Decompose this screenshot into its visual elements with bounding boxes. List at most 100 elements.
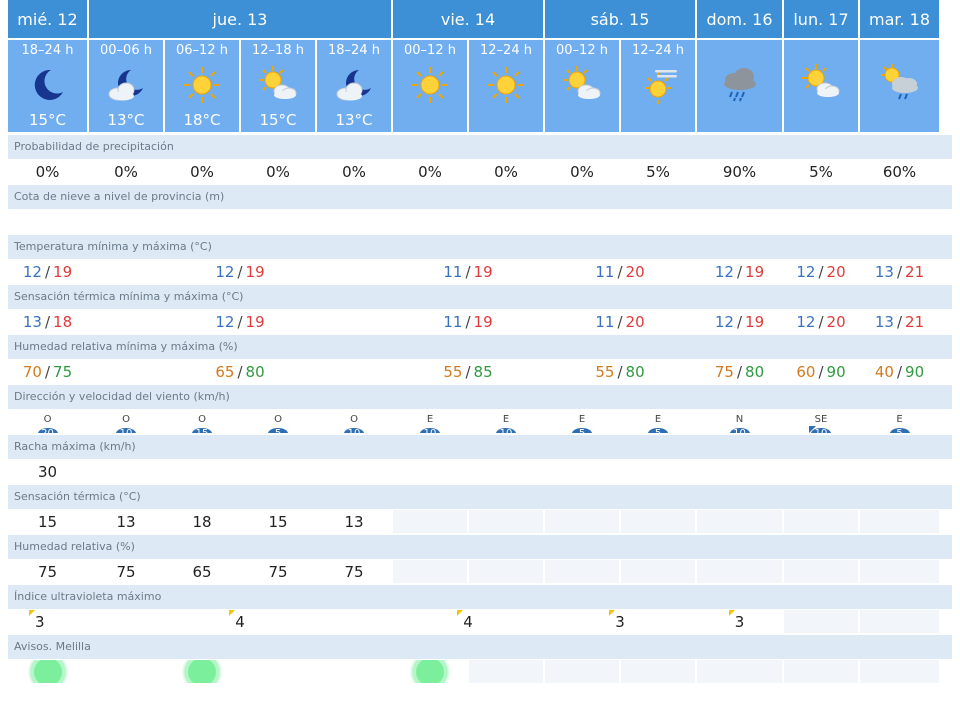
- value-cell: [165, 210, 239, 233]
- value-cell: 13/21: [860, 310, 939, 333]
- value-cell: [393, 510, 467, 533]
- value-cell: 70/75: [8, 360, 87, 383]
- separator: /: [896, 262, 903, 281]
- cell-value: 0%: [114, 162, 138, 181]
- value-cell: O 15: [165, 410, 239, 433]
- separator: /: [465, 312, 471, 331]
- value-cell: [784, 460, 858, 483]
- max-value: 20: [625, 262, 645, 281]
- cell-value: 0%: [190, 162, 214, 181]
- period-time-label: 12–18 h: [252, 43, 304, 58]
- wind-direction: E: [426, 414, 434, 425]
- wind-speed-badge: 5: [268, 428, 288, 433]
- wind-speed: 20: [41, 428, 54, 433]
- value-cell: [784, 610, 858, 633]
- warning-level-icon[interactable]: [413, 660, 447, 683]
- period-temperature: 15°C: [259, 111, 297, 129]
- value-cell: 4: [89, 610, 391, 633]
- value-cell: 0%: [8, 160, 87, 183]
- value-cell: E 10: [393, 410, 467, 433]
- value-cell: [860, 560, 939, 583]
- max-value: 90: [905, 362, 925, 381]
- value-cell: 0%: [89, 160, 163, 183]
- uv-value: 3: [609, 610, 625, 631]
- wind-speed-badge: 15: [192, 428, 212, 433]
- warning-level-icon[interactable]: [30, 660, 65, 683]
- value-cell: 0%: [165, 160, 239, 183]
- separator: /: [465, 362, 471, 381]
- max-value: 75: [53, 362, 73, 381]
- wind-speed: 10: [500, 428, 513, 433]
- wind-direction: E: [578, 414, 586, 425]
- value-cell: SE 10: [784, 410, 858, 433]
- cell-value: 13: [344, 512, 364, 531]
- min-value: 12: [796, 262, 816, 281]
- period-header: 00–06 h 13°C: [89, 40, 163, 132]
- value-cell: [697, 510, 782, 533]
- min-value: 13: [22, 312, 42, 331]
- value-cell: [784, 660, 858, 683]
- wind-speed: 10: [815, 428, 828, 433]
- period-header: 18–24 h 15°C: [8, 40, 87, 132]
- min-value: 65: [215, 362, 235, 381]
- max-value: 80: [745, 362, 765, 381]
- period-time-label: 12–24 h: [632, 43, 684, 58]
- value-cell: 5%: [784, 160, 858, 183]
- period-header: [860, 40, 939, 132]
- uv-marker-icon: [457, 610, 464, 616]
- sun-cloud-icon: [561, 64, 603, 106]
- sun-icon: [409, 64, 451, 106]
- value-cell: [545, 560, 619, 583]
- value-cell: 11/19: [393, 260, 543, 283]
- separator: /: [237, 362, 243, 381]
- value-cell: 15: [8, 510, 87, 533]
- day-header: dom. 16: [697, 0, 782, 38]
- value-cell: 75: [241, 560, 315, 583]
- uv-number: 4: [463, 612, 473, 631]
- separator: /: [44, 362, 51, 381]
- min-value: 12: [22, 262, 42, 281]
- value-cell: 12/20: [784, 260, 858, 283]
- wind-direction: O: [350, 414, 358, 425]
- warning-level-icon[interactable]: [185, 660, 219, 683]
- period-temperature: 13°C: [107, 111, 145, 129]
- day-header: vie. 14: [393, 0, 543, 38]
- max-value: 19: [53, 262, 73, 281]
- value-cell: [784, 210, 858, 233]
- uv-marker-icon: [229, 610, 236, 616]
- max-value: 20: [625, 312, 645, 331]
- max-value: 20: [826, 262, 846, 281]
- row-label: Humedad relativa mínima y máxima (%): [8, 335, 952, 359]
- wind-arrow-icon: [809, 426, 816, 433]
- wind-speed-badge: 5: [889, 428, 910, 433]
- row-label: Dirección y velocidad del viento (km/h): [8, 385, 952, 409]
- value-cell: [317, 460, 391, 483]
- value-cell: [860, 210, 939, 233]
- sun-icon: [181, 64, 223, 106]
- max-value: 19: [473, 312, 493, 331]
- max-value: 85: [473, 362, 493, 381]
- value-cell: 12/19: [697, 260, 782, 283]
- separator: /: [896, 312, 903, 331]
- min-value: 12: [714, 312, 734, 331]
- max-value: 19: [473, 262, 493, 281]
- value-cell: 3: [697, 610, 782, 633]
- separator: /: [44, 312, 51, 331]
- value-cell: O5: [241, 410, 315, 433]
- wind-speed-badge: 10: [809, 426, 831, 433]
- separator: /: [617, 312, 623, 331]
- day-header: sáb. 15: [545, 0, 695, 38]
- max-value: 21: [905, 312, 925, 331]
- max-value: 90: [826, 362, 846, 381]
- separator: /: [617, 262, 623, 281]
- value-cell: 0%: [545, 160, 619, 183]
- value-cell: [621, 210, 695, 233]
- sun-icon: [485, 64, 527, 106]
- value-cell: N 10: [697, 410, 782, 433]
- wind-direction: O: [198, 414, 206, 425]
- value-cell: 15: [241, 510, 315, 533]
- value-cell: 13: [89, 510, 163, 533]
- rain-icon: [719, 62, 761, 104]
- cell-value: 0%: [266, 162, 290, 181]
- wind-speed-badge: 10: [729, 428, 750, 433]
